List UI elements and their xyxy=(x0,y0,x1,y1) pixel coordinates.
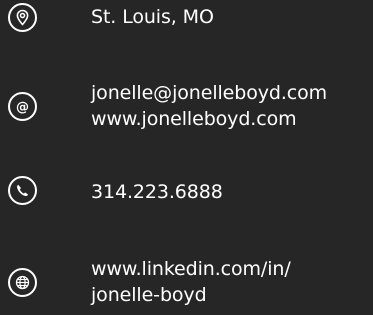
linkedin-line-1: www.linkedin.com/in/ xyxy=(91,258,291,280)
location-text: St. Louis, MO xyxy=(91,6,214,28)
linkedin-row: www.linkedin.com/in/ jonelle-boyd xyxy=(91,256,291,308)
phone-link[interactable]: 314.223.6888 xyxy=(91,179,223,205)
location-pin-icon xyxy=(8,3,37,32)
linkedin-link[interactable]: www.linkedin.com/in/ jonelle-boyd xyxy=(91,256,291,308)
globe-icon xyxy=(8,268,37,297)
at-sign-icon: @ xyxy=(8,92,37,121)
email-row: jonelle@jonelleboyd.com www.jonelleboyd.… xyxy=(91,80,327,132)
linkedin-line-2: jonelle-boyd xyxy=(91,284,207,306)
contact-info-panel: St. Louis, MO @ jonelle@jonelleboyd.com … xyxy=(0,0,373,315)
website-link[interactable]: www.jonelleboyd.com xyxy=(91,106,327,132)
phone-icon xyxy=(8,176,37,205)
phone-row: 314.223.6888 xyxy=(91,179,223,205)
svg-text:@: @ xyxy=(16,100,29,115)
location-row: St. Louis, MO xyxy=(91,4,214,30)
email-link[interactable]: jonelle@jonelleboyd.com xyxy=(91,80,327,106)
